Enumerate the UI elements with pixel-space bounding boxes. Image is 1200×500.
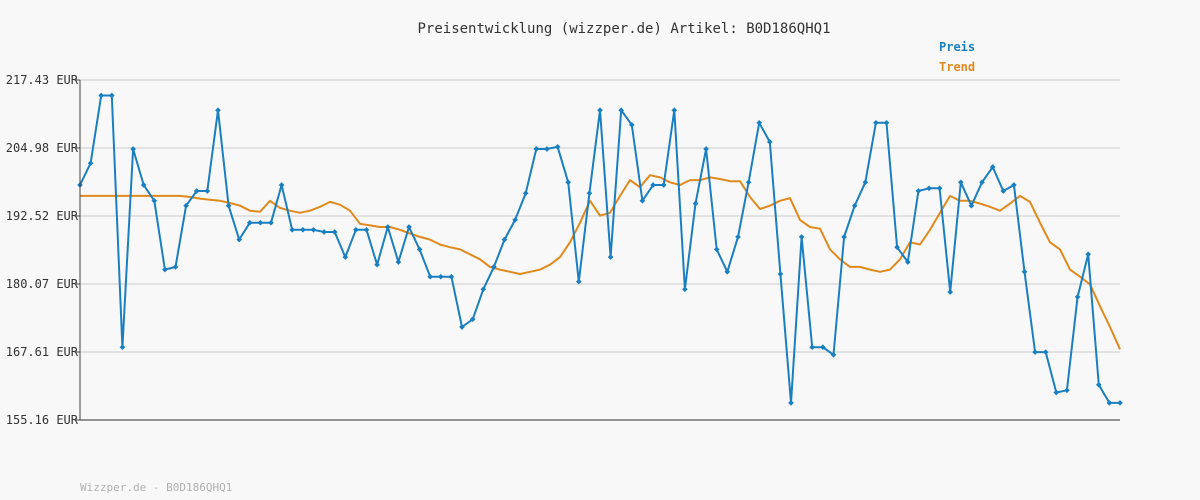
chart-title: Preisentwicklung (wizzper.de) Artikel: B…	[417, 21, 830, 37]
y-tick-label: 217.43 EUR	[6, 73, 79, 87]
legend-preis: Preis	[939, 40, 975, 54]
y-tick-label: 180.07 EUR	[6, 277, 79, 291]
y-tick-label: 192.52 EUR	[6, 209, 79, 223]
legend-trend: Trend	[939, 60, 975, 74]
y-tick-label: 167.61 EUR	[6, 345, 79, 359]
chart-canvas: Preisentwicklung (wizzper.de) Artikel: B…	[0, 0, 1200, 500]
footer-text: Wizzper.de - B0D186QHQ1	[80, 481, 232, 494]
price-chart: Preisentwicklung (wizzper.de) Artikel: B…	[0, 0, 1200, 500]
y-tick-label: 204.98 EUR	[6, 141, 79, 155]
chart-background	[0, 0, 1200, 500]
y-tick-label: 155.16 EUR	[6, 413, 79, 427]
